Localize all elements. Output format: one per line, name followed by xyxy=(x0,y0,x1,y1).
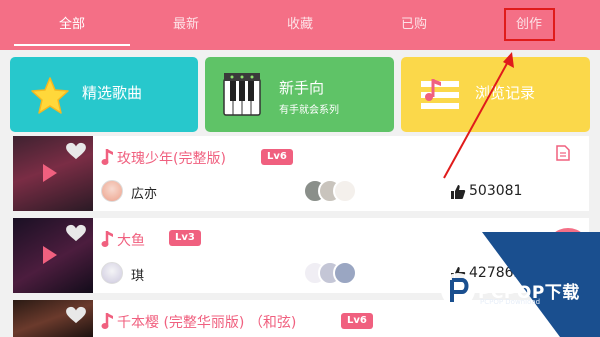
listener-avatar xyxy=(333,179,357,203)
category-title: 新手向 xyxy=(279,79,325,97)
piano-icon xyxy=(223,73,261,116)
level-badge: Lv6 xyxy=(261,149,293,165)
tab-favorites[interactable]: 收藏 xyxy=(260,0,340,50)
annotation-highlight-box xyxy=(504,8,555,41)
active-tab-indicator xyxy=(14,44,130,46)
play-icon[interactable] xyxy=(43,246,57,264)
thumbs-up-icon[interactable] xyxy=(450,266,466,282)
category-card-history[interactable]: 浏览记录 xyxy=(401,57,590,132)
author-avatar[interactable] xyxy=(101,180,123,202)
author-avatar[interactable] xyxy=(101,262,123,284)
thumbs-up-icon[interactable] xyxy=(450,184,466,200)
song-cover xyxy=(13,136,93,211)
category-card-beginner[interactable]: 新手向 有手就会系列 xyxy=(205,57,394,132)
tab-all[interactable]: 全部 xyxy=(32,0,112,50)
music-note-icon xyxy=(101,231,113,247)
category-card-featured[interactable]: 精选歌曲 xyxy=(10,57,198,132)
watermark-subtitle: PCPOP Download xyxy=(480,298,541,306)
favorite-heart-icon[interactable] xyxy=(65,306,87,324)
category-title: 浏览记录 xyxy=(475,84,536,102)
song-title[interactable]: 千本樱 (完整华丽版) （和弦) xyxy=(117,312,296,332)
play-icon[interactable] xyxy=(43,164,57,182)
tab-latest[interactable]: 最新 xyxy=(146,0,226,50)
music-note-icon xyxy=(101,313,113,329)
tab-purchased[interactable]: 已购 xyxy=(374,0,454,50)
author-name[interactable]: 広亦 xyxy=(131,183,157,202)
floating-action-button[interactable] xyxy=(546,228,590,272)
song-cover xyxy=(13,300,93,337)
music-list-icon xyxy=(421,79,459,109)
likes-count: 503081 xyxy=(469,183,523,199)
level-badge: Lv6 xyxy=(341,313,373,329)
song-title[interactable]: 玫瑰少年(完整版) xyxy=(117,148,226,168)
top-tab-bar: 全部 最新 收藏 已购 创作 xyxy=(0,0,600,50)
song-title[interactable]: 大鱼 xyxy=(117,230,145,250)
category-subtitle: 有手就会系列 xyxy=(279,105,339,116)
music-note-icon xyxy=(101,149,113,165)
sheet-doc-icon[interactable] xyxy=(556,145,570,161)
listener-avatar xyxy=(333,261,357,285)
category-title: 精选歌曲 xyxy=(82,84,143,102)
song-row[interactable]: 玫瑰少年(完整版) Lv6 広亦 503081 xyxy=(13,136,589,211)
song-cover xyxy=(13,218,93,293)
star-icon xyxy=(31,77,69,114)
favorite-heart-icon[interactable] xyxy=(65,142,87,160)
author-name[interactable]: 琪 xyxy=(131,265,144,284)
favorite-heart-icon[interactable] xyxy=(65,224,87,242)
level-badge: Lv3 xyxy=(169,230,201,246)
